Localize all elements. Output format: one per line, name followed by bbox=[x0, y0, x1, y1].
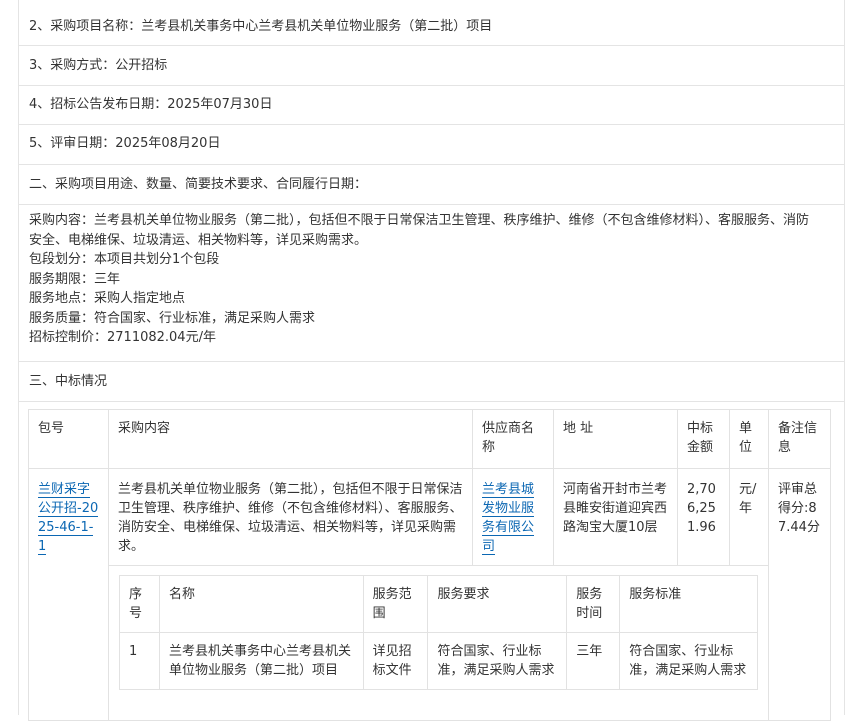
header-address: 地 址 bbox=[553, 409, 678, 469]
sub-header-name: 名称 bbox=[158, 575, 364, 633]
content-cell: 兰考县机关单位物业服务（第二批），包括但不限于日常保洁卫生管理、秩序维护、维修（… bbox=[108, 468, 473, 566]
detail-line: 安全、电梯维保、垃圾清运、相关物料等，详见采购需求。 bbox=[29, 232, 368, 248]
header-supplier: 供应商名称 bbox=[472, 409, 554, 469]
sub-header-standard: 服务标准 bbox=[619, 575, 758, 633]
project-name-row: 2、采购项目名称：兰考县机关事务中心兰考县机关单位物业服务（第二批）项目 bbox=[19, 6, 844, 46]
header-content: 采购内容 bbox=[108, 409, 473, 469]
procurement-method-row: 3、采购方式：公开招标 bbox=[19, 46, 844, 86]
review-date-row: 5、评审日期：2025年08月20日 bbox=[19, 125, 844, 165]
sub-header-scope: 服务范围 bbox=[362, 575, 429, 633]
sub-cell-requirement: 符合国家、行业标准，满足采购人需求 bbox=[427, 632, 568, 690]
sub-table-cell: 序号 名称 服务范围 服务要求 服务时间 服务标准 1 兰考县机关事务中心兰考县… bbox=[108, 565, 769, 721]
publish-date: 4、招标公告发布日期：2025年07月30日 bbox=[29, 97, 273, 112]
supplier-cell: 兰考县城发物业服务有限公司 bbox=[472, 468, 554, 566]
sub-table-header: 序号 名称 服务范围 服务要求 服务时间 服务标准 bbox=[119, 575, 758, 633]
header-unit: 单位 bbox=[729, 409, 769, 469]
sub-header-time: 服务时间 bbox=[566, 575, 621, 633]
sub-table-row: 序号 名称 服务范围 服务要求 服务时间 服务标准 1 兰考县机关事务中心兰考县… bbox=[29, 565, 831, 721]
publish-date-row: 4、招标公告发布日期：2025年07月30日 bbox=[19, 86, 844, 125]
award-table-header: 包号 采购内容 供应商名称 地 址 中标金额 单位 备注信息 bbox=[28, 409, 831, 469]
procurement-method: 3、采购方式：公开招标 bbox=[29, 58, 168, 73]
remark-cell: 评审总得分:87.44分 bbox=[768, 468, 831, 721]
sub-cell-index: 1 bbox=[119, 632, 160, 690]
project-name: 2、采购项目名称：兰考县机关事务中心兰考县机关单位物业服务（第二批）项目 bbox=[29, 19, 493, 34]
table-row: 兰财采字公开招-2025-46-1-1 兰考县机关单位物业服务（第二批），包括但… bbox=[28, 468, 831, 721]
service-items-table: 序号 名称 服务范围 服务要求 服务时间 服务标准 1 兰考县机关事务中心兰考县… bbox=[119, 575, 758, 690]
detail-line: 采购内容：兰考县机关单位物业服务（第二批），包括但不限于日常保洁卫生管理、秩序维… bbox=[29, 213, 810, 228]
sub-cell-scope: 详见招标文件 bbox=[362, 632, 429, 690]
sub-cell-time: 三年 bbox=[566, 632, 621, 690]
section-3-heading: 三、中标情况 bbox=[29, 374, 108, 389]
section-3-heading-row: 三、中标情况 bbox=[19, 362, 844, 402]
sub-cell-name: 兰考县机关事务中心兰考县机关单位物业服务（第二批）项目 bbox=[158, 632, 364, 690]
package-number-link[interactable]: 兰财采字公开招-2025-46-1-1 bbox=[38, 482, 99, 555]
sub-header-requirement: 服务要求 bbox=[427, 575, 568, 633]
section-2-heading: 二、采购项目用途、数量、简要技术要求、合同履行日期： bbox=[29, 177, 368, 192]
table-row: 1 兰考县机关事务中心兰考县机关单位物业服务（第二批）项目 详见招标文件 符合国… bbox=[119, 632, 758, 690]
package-cell: 兰财采字公开招-2025-46-1-1 bbox=[28, 468, 109, 721]
announcement-panel: 2、采购项目名称：兰考县机关事务中心兰考县机关单位物业服务（第二批）项目 3、采… bbox=[18, 0, 845, 721]
award-table: 包号 采购内容 供应商名称 地 址 中标金额 单位 备注信息 兰财采字公开招-2… bbox=[28, 409, 831, 721]
header-amount: 中标金额 bbox=[677, 409, 730, 469]
amount-cell: 2,706,251.96 bbox=[677, 468, 730, 566]
detail-line: 服务期限：三年 bbox=[29, 271, 121, 287]
detail-line: 招标控制价：2711082.04元/年 bbox=[29, 330, 216, 345]
header-package: 包号 bbox=[28, 409, 109, 469]
supplier-link[interactable]: 兰考县城发物业服务有限公司 bbox=[482, 482, 535, 555]
address-cell: 河南省开封市兰考县睢安街道迎宾西路淘宝大厦10层 bbox=[553, 468, 678, 566]
detail-line: 服务地点：采购人指定地点 bbox=[29, 291, 186, 306]
sub-cell-standard: 符合国家、行业标准，满足采购人需求 bbox=[619, 632, 758, 690]
detail-line: 服务质量：符合国家、行业标准，满足采购人需求 bbox=[29, 310, 316, 326]
review-date: 5、评审日期：2025年08月20日 bbox=[29, 136, 221, 151]
detail-line: 包段划分：本项目共划分1个包段 bbox=[29, 252, 220, 267]
project-details: 采购内容：兰考县机关单位物业服务（第二批），包括但不限于日常保洁卫生管理、秩序维… bbox=[19, 205, 844, 362]
sub-header-index: 序号 bbox=[119, 575, 160, 633]
header-remark: 备注信息 bbox=[768, 409, 831, 469]
unit-cell: 元/年 bbox=[729, 468, 769, 566]
section-2-heading-row: 二、采购项目用途、数量、简要技术要求、合同履行日期： bbox=[19, 165, 844, 205]
